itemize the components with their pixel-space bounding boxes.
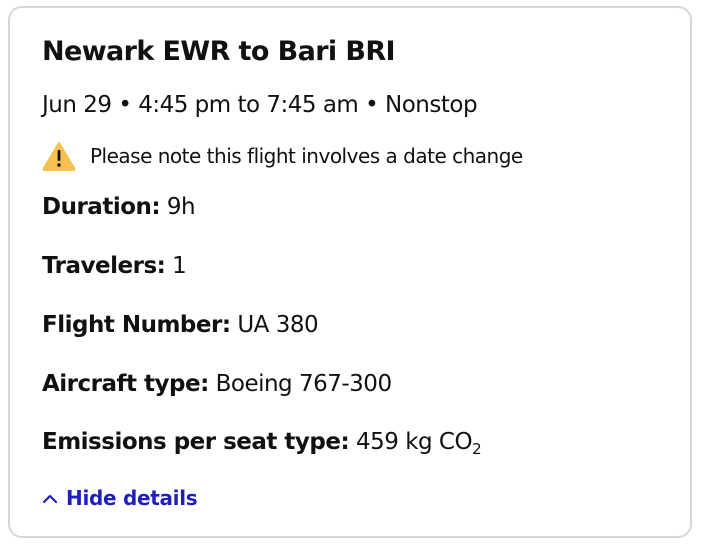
emissions-value: 459 kg CO: [355, 429, 473, 455]
emissions-subscript: 2: [472, 440, 482, 458]
chevron-up-icon: [42, 486, 66, 510]
duration-label: Duration:: [42, 194, 161, 220]
duration-value: 9h: [166, 194, 196, 220]
hide-details-button[interactable]: Hide details: [42, 486, 198, 510]
emissions-row: Emissions per seat type: 459 kg CO2: [42, 429, 482, 458]
flight-number-row: Flight Number: UA 380: [42, 312, 319, 338]
flight-schedule: Jun 29 • 4:45 pm to 7:45 am • Nonstop: [42, 92, 478, 118]
emissions-label: Emissions per seat type:: [42, 429, 350, 455]
flight-details-card: Newark EWR to Bari BRI Jun 29 • 4:45 pm …: [8, 6, 692, 538]
flight-title: Newark EWR to Bari BRI: [42, 36, 396, 67]
warning-triangle-icon: [42, 141, 76, 171]
hide-details-label: Hide details: [66, 486, 198, 510]
aircraft-label: Aircraft type:: [42, 371, 209, 397]
aircraft-value: Boeing 767-300: [215, 371, 392, 397]
aircraft-row: Aircraft type: Boeing 767-300: [42, 371, 392, 397]
travelers-label: Travelers:: [42, 253, 166, 279]
duration-row: Duration: 9h: [42, 194, 196, 220]
warning-text: Please note this flight involves a date …: [90, 144, 523, 168]
travelers-row: Travelers: 1: [42, 253, 187, 279]
flight-number-label: Flight Number:: [42, 312, 231, 338]
date-change-warning: Please note this flight involves a date …: [42, 140, 523, 172]
flight-number-value: UA 380: [237, 312, 319, 338]
travelers-value: 1: [172, 253, 187, 279]
